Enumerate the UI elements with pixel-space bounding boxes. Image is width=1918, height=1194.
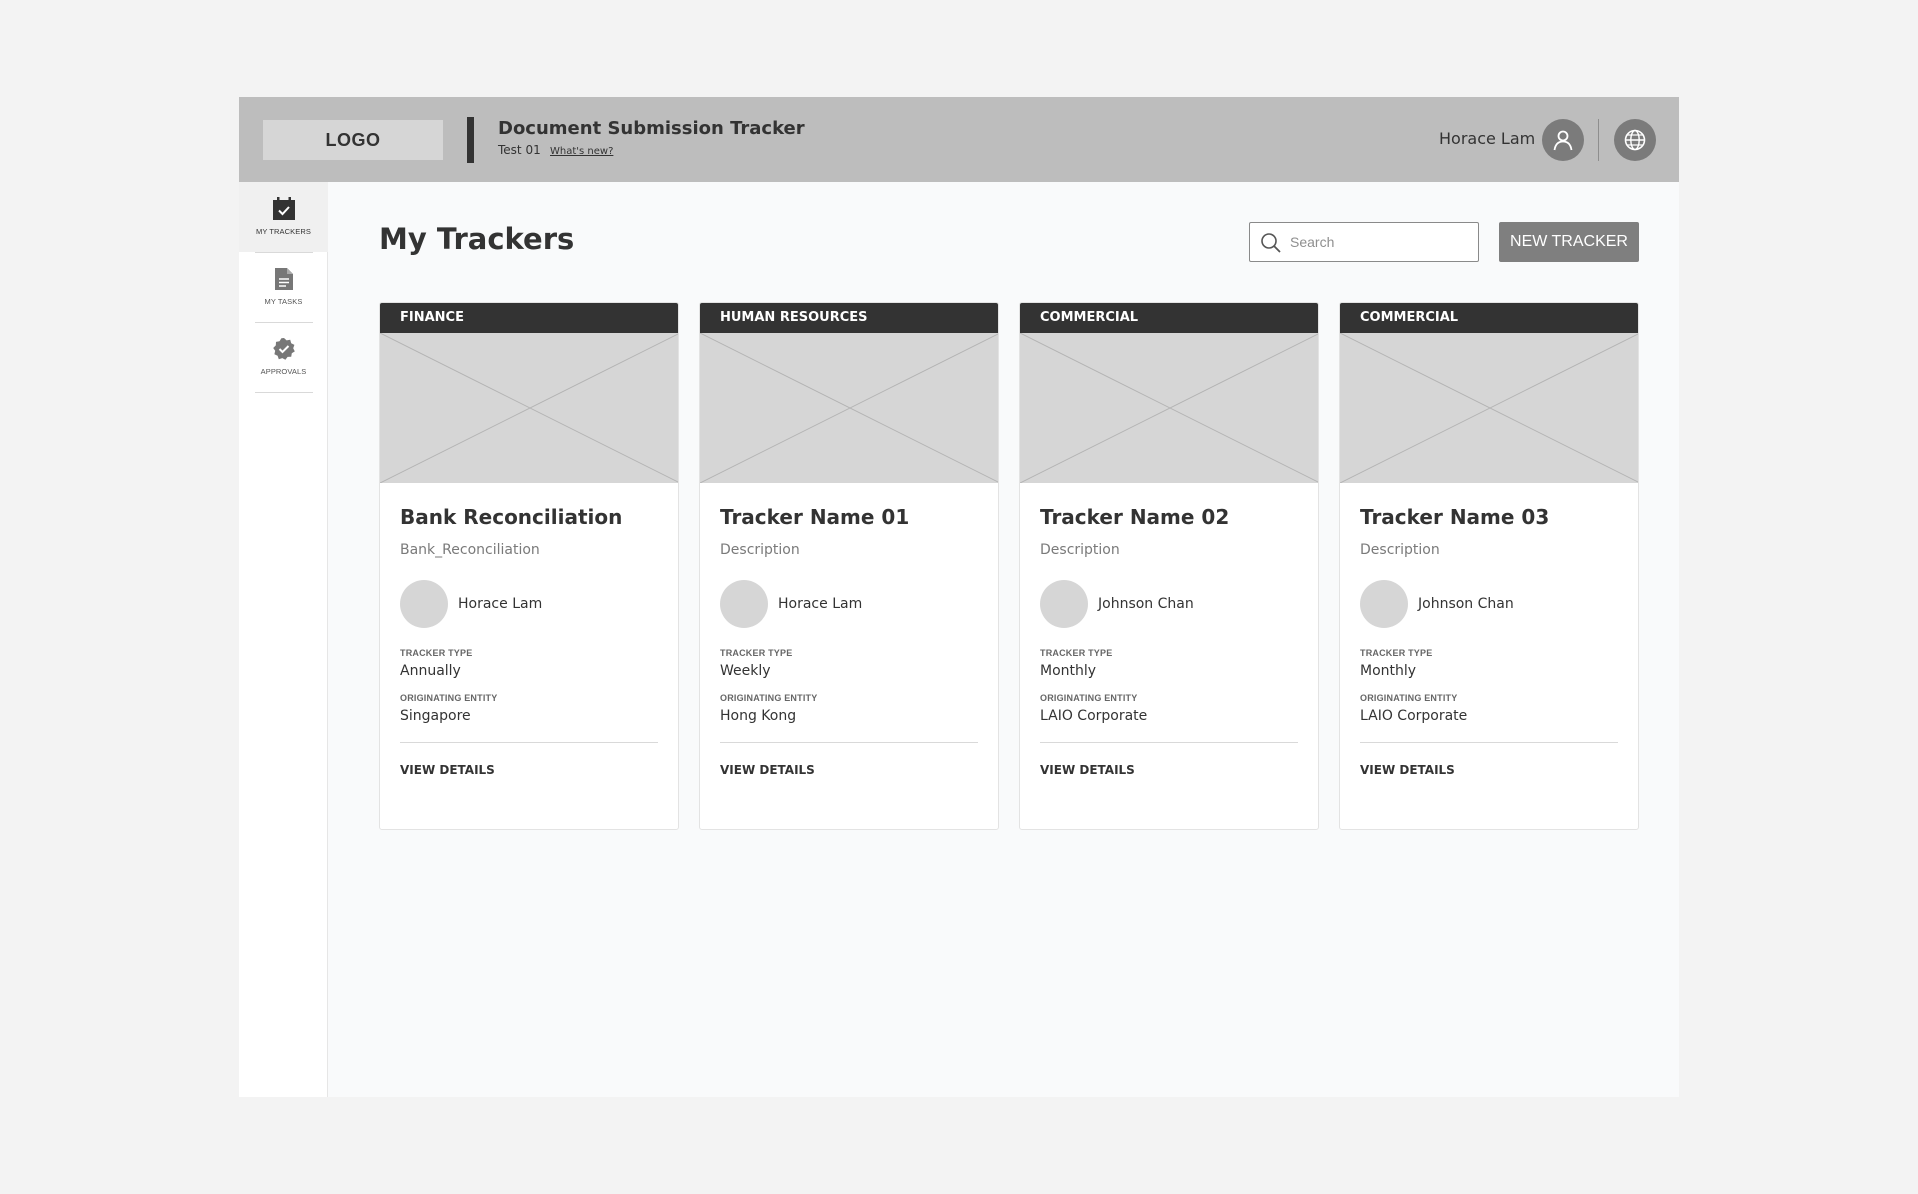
view-details-link[interactable]: VIEW DETAILS	[720, 763, 978, 777]
new-tracker-button[interactable]: NEW TRACKER	[1499, 222, 1639, 262]
avatar	[1360, 580, 1408, 628]
originating-entity-label: ORIGINATING ENTITY	[1360, 693, 1458, 703]
avatar	[400, 580, 448, 628]
document-icon	[274, 268, 293, 290]
sidebar-item-my-trackers[interactable]: MY TRACKERS	[239, 182, 328, 252]
tracker-type-label: TRACKER TYPE	[1360, 648, 1433, 658]
image-placeholder	[380, 333, 678, 483]
image-placeholder	[700, 333, 998, 483]
avatar	[1040, 580, 1088, 628]
originating-entity-label: ORIGINATING ENTITY	[1040, 693, 1138, 703]
card-divider	[400, 742, 658, 743]
user-name: Horace Lam	[1439, 129, 1536, 148]
card-category: COMMERCIAL	[1020, 303, 1318, 333]
originating-entity-value: Hong Kong	[720, 708, 797, 724]
app-title: Document Submission Tracker	[498, 118, 805, 139]
sidebar-item-approvals[interactable]: APPROVALS	[239, 322, 328, 392]
tracker-type-label: TRACKER TYPE	[400, 648, 473, 658]
app-window: LOGO Document Submission Tracker Test 01…	[239, 97, 1679, 1097]
card-title: Tracker Name 03	[1360, 505, 1550, 529]
card-description: Description	[1040, 542, 1120, 558]
card-description: Description	[1360, 542, 1440, 558]
card-title: Tracker Name 02	[1040, 505, 1230, 529]
search-box[interactable]	[1249, 222, 1479, 262]
card-title: Tracker Name 01	[720, 505, 910, 529]
originating-entity-label: ORIGINATING ENTITY	[400, 693, 498, 703]
logo[interactable]: LOGO	[263, 120, 443, 160]
sidebar-divider	[255, 392, 313, 393]
originating-entity-value: LAIO Corporate	[1360, 708, 1468, 724]
originating-entity-value: Singapore	[400, 708, 471, 724]
card-owner: Horace Lam	[720, 580, 978, 628]
tracker-type-label: TRACKER TYPE	[720, 648, 793, 658]
card-divider	[720, 742, 978, 743]
originating-entity-label: ORIGINATING ENTITY	[720, 693, 818, 703]
page-title: My Trackers	[379, 222, 575, 256]
tracker-card: FINANCE Bank Reconciliation Bank_Reconci…	[379, 302, 679, 830]
avatar	[720, 580, 768, 628]
owner-name: Johnson Chan	[1418, 596, 1514, 612]
card-divider	[1040, 742, 1298, 743]
image-placeholder	[1020, 333, 1318, 483]
language-button[interactable]	[1614, 119, 1656, 161]
card-category: COMMERCIAL	[1340, 303, 1638, 333]
sidebar-item-label: MY TASKS	[264, 297, 303, 306]
tracker-type-value: Monthly	[1040, 663, 1097, 679]
header-separator	[1598, 119, 1599, 161]
tracker-type-value: Monthly	[1360, 663, 1417, 679]
user-menu-button[interactable]	[1542, 119, 1584, 161]
card-owner: Horace Lam	[400, 580, 658, 628]
originating-entity-value: LAIO Corporate	[1040, 708, 1148, 724]
card-description: Bank_Reconciliation	[400, 542, 540, 558]
header-divider	[467, 117, 474, 163]
sidebar-item-label: MY TRACKERS	[255, 227, 311, 236]
view-details-link[interactable]: VIEW DETAILS	[1040, 763, 1298, 777]
owner-name: Horace Lam	[778, 596, 863, 612]
app-subtitle: Test 01	[498, 143, 541, 157]
user-icon	[1553, 130, 1573, 151]
view-details-link[interactable]: VIEW DETAILS	[1360, 763, 1618, 777]
calendar-check-icon	[272, 197, 295, 220]
card-divider	[1360, 742, 1618, 743]
tracker-type-value: Annually	[400, 663, 461, 679]
card-category: FINANCE	[380, 303, 678, 333]
image-placeholder	[1340, 333, 1638, 483]
sidebar: MY TRACKERS MY TASKS APPROVALS	[239, 182, 328, 1097]
card-description: Description	[720, 542, 800, 558]
sidebar-item-my-tasks[interactable]: MY TASKS	[239, 252, 328, 322]
sidebar-item-label: APPROVALS	[260, 367, 307, 376]
badge-check-icon	[272, 338, 295, 360]
card-owner: Johnson Chan	[1040, 580, 1298, 628]
search-input[interactable]	[1290, 231, 1470, 253]
globe-icon	[1624, 129, 1646, 151]
card-title: Bank Reconciliation	[400, 505, 623, 529]
tracker-type-label: TRACKER TYPE	[1040, 648, 1113, 658]
whats-new-link[interactable]: What's new?	[550, 146, 613, 157]
tracker-card: COMMERCIAL Tracker Name 02 Description J…	[1019, 302, 1319, 830]
owner-name: Horace Lam	[458, 596, 543, 612]
search-icon	[1261, 233, 1281, 253]
top-header: LOGO Document Submission Tracker Test 01…	[239, 97, 1679, 182]
card-owner: Johnson Chan	[1360, 580, 1618, 628]
tracker-card: HUMAN RESOURCES Tracker Name 01 Descript…	[699, 302, 999, 830]
owner-name: Johnson Chan	[1098, 596, 1194, 612]
tracker-type-value: Weekly	[720, 663, 771, 679]
card-category: HUMAN RESOURCES	[700, 303, 998, 333]
view-details-link[interactable]: VIEW DETAILS	[400, 763, 658, 777]
tracker-card: COMMERCIAL Tracker Name 03 Description J…	[1339, 302, 1639, 830]
